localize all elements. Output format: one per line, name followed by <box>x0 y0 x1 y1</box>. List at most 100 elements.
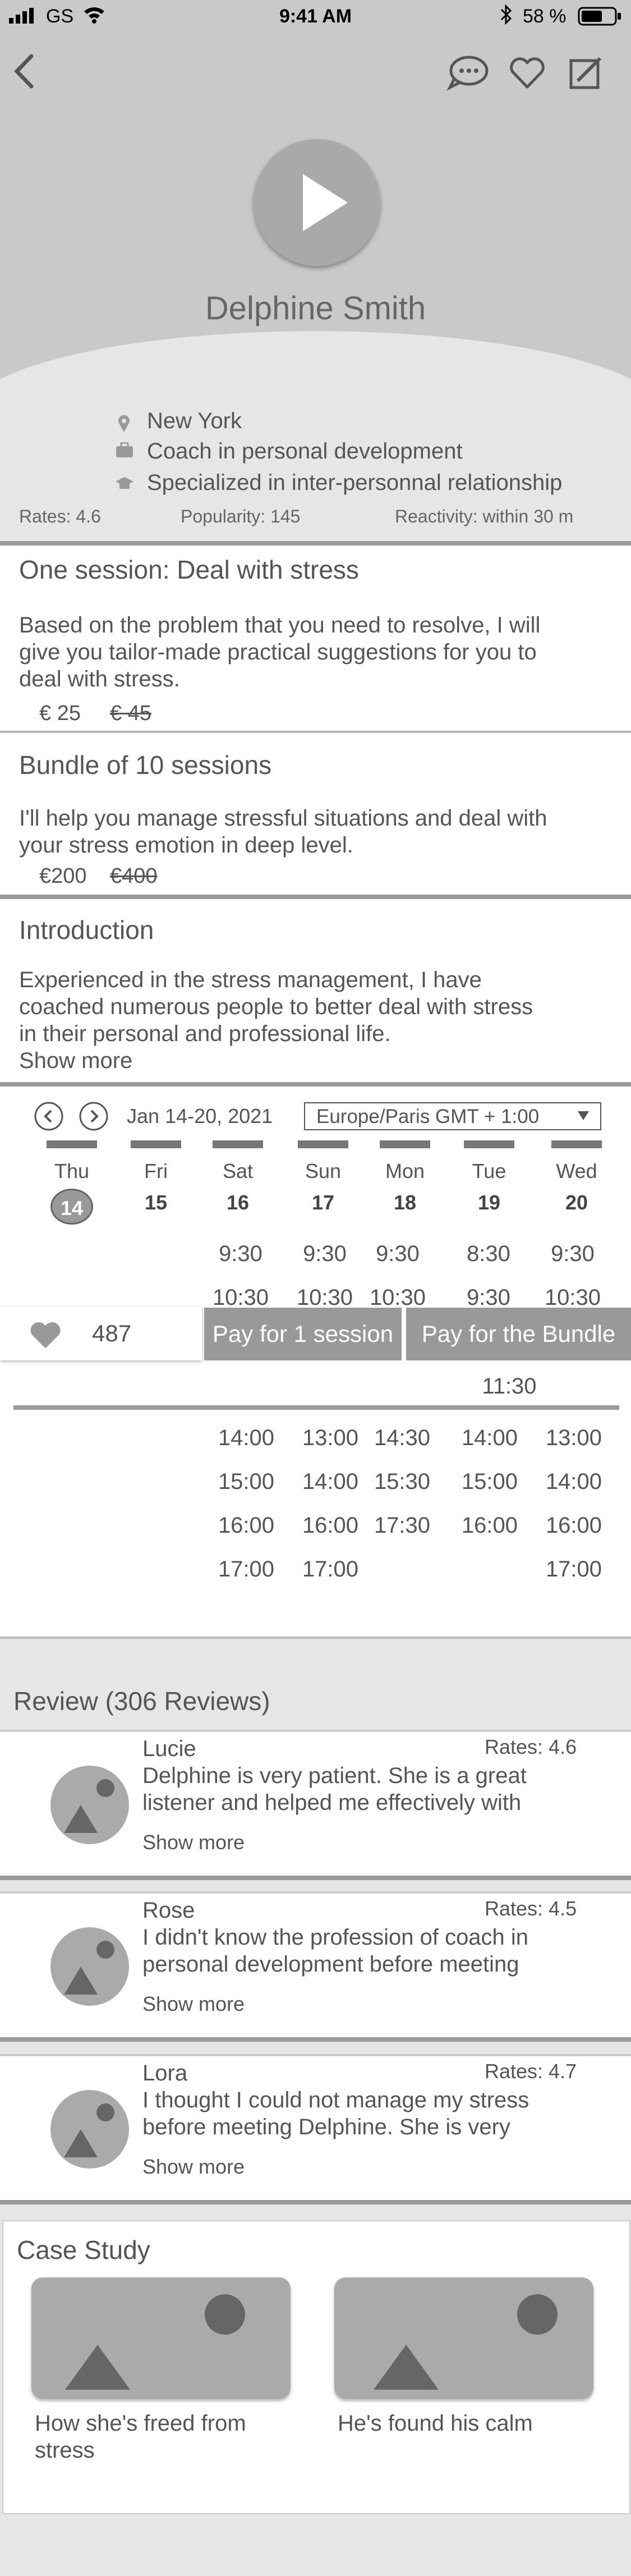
time-slot[interactable]: 17:00 <box>210 1557 283 1582</box>
calendar-day[interactable]: Fri 15 <box>122 1140 190 1214</box>
section-divider <box>0 541 631 546</box>
offer-desc-line: give you tailor-made practical suggestio… <box>19 640 537 664</box>
case-study-card-2[interactable] <box>334 2277 593 2399</box>
reviews-title: Review (306 Reviews) <box>13 1686 270 1716</box>
day-name: Wed <box>556 1159 597 1182</box>
calendar-day[interactable]: Sun 17 <box>289 1140 357 1214</box>
offer-desc-line: deal with stress. <box>19 667 180 691</box>
time-slot[interactable]: 11:30 <box>476 1374 543 1399</box>
time-slot[interactable]: 15:00 <box>210 1469 283 1495</box>
job-text: Coach in personal development <box>147 439 463 464</box>
time-slot[interactable]: 17:00 <box>294 1557 367 1582</box>
offer-title: Bundle of 10 sessions <box>19 750 272 780</box>
rates-stat: Rates: 4.6 <box>19 506 101 526</box>
timezone-select[interactable]: Europe/Paris GMT + 1:00 <box>304 1102 601 1130</box>
time-slot-label: 11:30 <box>482 1374 537 1399</box>
reviewer-name: Lucie <box>142 1736 196 1761</box>
next-week-icon[interactable] <box>79 1101 109 1134</box>
calendar-day[interactable]: Sat 16 <box>204 1140 271 1214</box>
reactivity-stat: Reactivity: within 30 m <box>395 506 574 526</box>
prev-week-icon[interactable] <box>34 1101 64 1134</box>
time-slot[interactable]: 13:00 <box>294 1425 367 1451</box>
calendar-day[interactable]: Thu 14 <box>38 1140 105 1225</box>
calendar-day[interactable]: Mon 18 <box>371 1140 439 1214</box>
offer-old-price: € 45 <box>110 702 151 725</box>
review-text: I thought I could not manage my stress <box>142 2088 529 2112</box>
case-study-card-1[interactable] <box>31 2277 291 2399</box>
time-slot[interactable]: 14:00 <box>537 1469 610 1495</box>
time-slot[interactable]: 10:30 <box>361 1285 434 1310</box>
day-number: 19 <box>477 1191 501 1214</box>
avatar-placeholder-icon <box>64 1941 114 1995</box>
time-slot[interactable]: 10:30 <box>536 1285 609 1310</box>
time-slot[interactable]: 17:30 <box>366 1513 439 1538</box>
header-curve <box>0 331 631 415</box>
day-number: 17 <box>311 1191 335 1214</box>
reviewer-name: Rose <box>142 1898 195 1923</box>
time-slot[interactable]: 14:00 <box>453 1425 526 1451</box>
location-icon <box>117 414 131 436</box>
likes-count: 487 <box>92 1320 132 1346</box>
edit-icon[interactable] <box>568 55 604 94</box>
review-rating: Rates: 4.7 <box>485 2060 577 2083</box>
time-slot[interactable]: 15:00 <box>453 1469 526 1495</box>
day-number: 16 <box>226 1191 250 1214</box>
heart-filled-icon <box>28 1321 63 1353</box>
case-study-caption: He's found his calm <box>338 2411 533 2436</box>
day-indicator-bar <box>298 1140 348 1148</box>
time-slot[interactable]: 10:30 <box>288 1285 361 1310</box>
time-slot[interactable]: 15:30 <box>366 1469 439 1495</box>
time-slot[interactable]: 10:30 <box>204 1285 277 1310</box>
like-box[interactable]: 487 <box>0 1307 202 1360</box>
case-study-caption: stress <box>35 2438 95 2463</box>
avatar <box>50 1766 129 1844</box>
time-slot[interactable]: 16:00 <box>537 1513 610 1538</box>
day-name: Sat <box>222 1159 254 1182</box>
specialty-text: Specialized in inter-personnal relations… <box>147 470 563 495</box>
time-slot[interactable]: 9:30 <box>361 1241 434 1267</box>
time-slot[interactable]: 14:30 <box>366 1425 439 1451</box>
show-more-link[interactable]: Show more <box>142 1831 245 1854</box>
pay-bundle-button[interactable]: Pay for the Bundle <box>406 1308 631 1360</box>
time-slot[interactable]: 17:00 <box>537 1557 610 1582</box>
battery-icon <box>578 7 623 31</box>
time-slot[interactable]: 16:00 <box>453 1513 526 1538</box>
time-slot[interactable]: 13:00 <box>537 1425 610 1451</box>
image-placeholder-icon <box>65 2294 245 2390</box>
section-divider <box>0 1082 631 1087</box>
time-slot[interactable]: 8:30 <box>452 1241 525 1267</box>
pay-one-session-button[interactable]: Pay for 1 session <box>204 1308 402 1360</box>
show-more-link[interactable]: Show more <box>142 1992 245 2016</box>
back-icon[interactable] <box>12 52 35 94</box>
offer-desc-line: Based on the problem that you need to re… <box>19 613 541 638</box>
heart-icon[interactable] <box>508 56 546 93</box>
coach-name: Delphine Smith <box>205 290 426 327</box>
day-name: Thu <box>54 1159 90 1182</box>
day-number: 18 <box>393 1191 417 1214</box>
status-bar: GS 9:41 AM 58 % <box>0 0 631 35</box>
day-name: Sun <box>305 1159 342 1182</box>
graduation-cap-icon <box>114 476 135 493</box>
time-slot[interactable]: 9:30 <box>452 1285 525 1310</box>
day-number: 14 <box>50 1189 93 1225</box>
image-placeholder-icon <box>374 2294 558 2390</box>
time-slot[interactable]: 9:30 <box>536 1241 609 1267</box>
offer-card-bundle[interactable]: Bundle of 10 sessions I'll help you mana… <box>0 733 631 895</box>
play-video-button[interactable] <box>254 139 380 266</box>
show-more-link[interactable]: Show more <box>142 2155 245 2179</box>
offer-card-single[interactable]: One session: Deal with stress Based on t… <box>0 546 631 731</box>
time-slot[interactable]: 16:00 <box>210 1513 283 1538</box>
review-rating: Rates: 4.6 <box>485 1735 577 1758</box>
reviewer-name: Lora <box>142 2061 188 2085</box>
review-card: Lora Rates: 4.7 I thought I could not mana… <box>0 2054 631 2204</box>
timezone-value: Europe/Paris GMT + 1:00 <box>316 1106 540 1127</box>
time-slot[interactable]: 16:00 <box>294 1513 367 1538</box>
calendar-day[interactable]: Wed 20 <box>543 1140 610 1214</box>
time-slot[interactable]: 9:30 <box>204 1241 277 1267</box>
chat-icon[interactable] <box>446 54 490 94</box>
time-slot[interactable]: 9:30 <box>288 1241 361 1267</box>
calendar-day[interactable]: Tue 19 <box>455 1140 523 1214</box>
time-slot[interactable]: 14:00 <box>210 1425 283 1451</box>
show-more-link[interactable]: Show more <box>19 1047 132 1074</box>
time-slot[interactable]: 14:00 <box>294 1469 367 1495</box>
